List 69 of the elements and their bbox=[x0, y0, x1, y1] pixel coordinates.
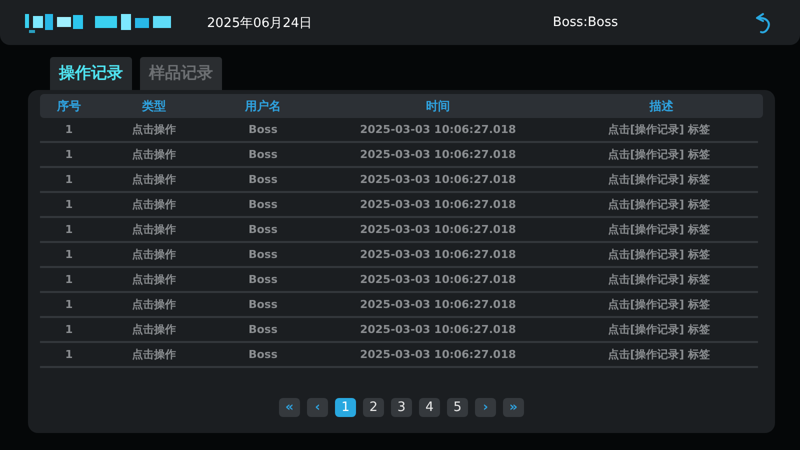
table-cell-text: 点击操作 bbox=[131, 172, 177, 187]
table-cell-text: 1 bbox=[64, 348, 74, 361]
previous-page-button[interactable]: ‹ bbox=[307, 398, 328, 417]
table-cell-text: 点击操作 bbox=[131, 247, 177, 262]
table-cell-text: 点击[操作记录] 标签 bbox=[607, 147, 711, 162]
table-cell-text: Boss bbox=[247, 248, 279, 261]
column-header: 描述 bbox=[648, 98, 674, 114]
table-cell-text: Boss bbox=[247, 123, 279, 136]
page-button[interactable]: 2 bbox=[363, 398, 384, 417]
back-icon[interactable] bbox=[754, 12, 772, 34]
table-cell-text: Boss bbox=[247, 273, 279, 286]
table-cell-text: 点击操作 bbox=[131, 322, 177, 337]
table-cell-text: 点击[操作记录] 标签 bbox=[607, 347, 711, 362]
table-cell-text: 点击操作 bbox=[131, 122, 177, 137]
column-header: 类型 bbox=[141, 98, 167, 114]
table-cell-text: 1 bbox=[64, 123, 74, 136]
table-cell-text: 点击操作 bbox=[131, 272, 177, 287]
table-cell-text: 点击[操作记录] 标签 bbox=[607, 322, 711, 337]
table-cell-text: 2025-03-03 10:06:27.018 bbox=[358, 298, 518, 311]
table-cell-text: 点击操作 bbox=[131, 297, 177, 312]
table-cell-text: 1 bbox=[64, 323, 74, 336]
column-header: 序号 bbox=[56, 98, 82, 114]
table-cell-text: 1 bbox=[64, 298, 74, 311]
last-page-button[interactable]: » bbox=[503, 398, 524, 417]
table-cell-text: 点击操作 bbox=[131, 347, 177, 362]
first-page-button[interactable]: « bbox=[279, 398, 300, 417]
table-cell-text: 1 bbox=[64, 198, 74, 211]
page-button[interactable]: 3 bbox=[391, 398, 412, 417]
column-header: 用户名 bbox=[244, 98, 282, 114]
table-cell-text: 2025-03-03 10:06:27.018 bbox=[358, 323, 518, 336]
tab[interactable]: 样品记录 bbox=[140, 57, 222, 90]
table-cell-text: Boss bbox=[247, 323, 279, 336]
table-cell-text: 点击操作 bbox=[131, 197, 177, 212]
tab[interactable]: 操作记录 bbox=[50, 57, 132, 90]
user-label: Boss:Boss bbox=[552, 15, 618, 30]
table-cell-text: Boss bbox=[247, 298, 279, 311]
table-cell-text: 1 bbox=[64, 173, 74, 186]
next-page-button[interactable]: › bbox=[475, 398, 496, 417]
page-button[interactable]: 4 bbox=[419, 398, 440, 417]
table-cell-text: Boss bbox=[247, 148, 279, 161]
table-cell-text: Boss bbox=[247, 198, 279, 211]
table-cell-text: 点击[操作记录] 标签 bbox=[607, 197, 711, 212]
table-cell-text: 点击[操作记录] 标签 bbox=[607, 172, 711, 187]
table-cell-text: 2025-03-03 10:06:27.018 bbox=[358, 348, 518, 361]
page-button[interactable]: 5 bbox=[447, 398, 468, 417]
column-header: 时间 bbox=[425, 98, 451, 114]
table-cell-text: 点击[操作记录] 标签 bbox=[607, 247, 711, 262]
table-cell-text: 2025-03-03 10:06:27.018 bbox=[358, 198, 518, 211]
table-cell-text: 点击[操作记录] 标签 bbox=[607, 272, 711, 287]
table-cell-text: 点击操作 bbox=[131, 222, 177, 237]
table-cell-text: Boss bbox=[247, 223, 279, 236]
table-cell-text: 2025-03-03 10:06:27.018 bbox=[358, 223, 518, 236]
table-cell-text: 1 bbox=[64, 223, 74, 236]
table-cell-text: 2025-03-03 10:06:27.018 bbox=[358, 123, 518, 136]
table-cell-text: 2025-03-03 10:06:27.018 bbox=[358, 248, 518, 261]
table-cell-text: 点击[操作记录] 标签 bbox=[607, 297, 711, 312]
table-cell-text: 2025-03-03 10:06:27.018 bbox=[358, 148, 518, 161]
table-cell-text: 点击操作 bbox=[131, 147, 177, 162]
table-cell-text: Boss bbox=[247, 173, 279, 186]
table-cell-text: 点击[操作记录] 标签 bbox=[607, 122, 711, 137]
table-cell-text: 2025-03-03 10:06:27.018 bbox=[358, 273, 518, 286]
date-label: 2025年06月24日 bbox=[207, 14, 312, 32]
table-cell-text: 1 bbox=[64, 248, 74, 261]
page-button[interactable]: 1 bbox=[335, 398, 356, 417]
table-cell-text: 1 bbox=[64, 148, 74, 161]
table-cell-text: 2025-03-03 10:06:27.018 bbox=[358, 173, 518, 186]
table-cell-text: 点击[操作记录] 标签 bbox=[607, 222, 711, 237]
table-cell-text: Boss bbox=[247, 348, 279, 361]
table-cell-text: 1 bbox=[64, 273, 74, 286]
